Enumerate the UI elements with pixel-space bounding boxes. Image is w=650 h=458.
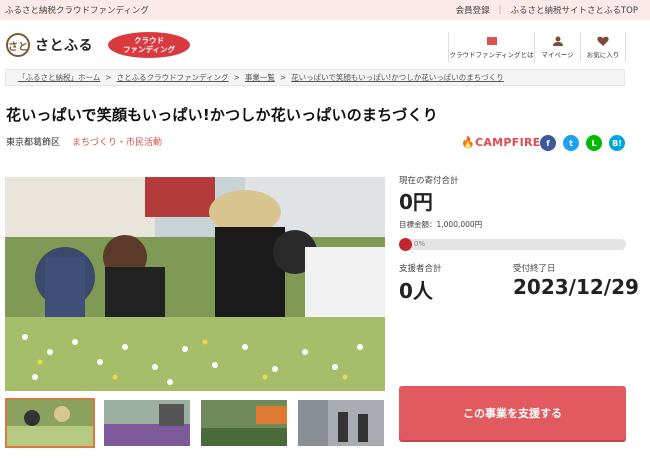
- breadcrumb: 「ふるさと納税」ホーム > さとふるクラウドファンディング > 事業一覧 > 花…: [5, 69, 625, 86]
- project-meta: 東京都葛飾区 まちづくり・市民活動: [6, 135, 162, 148]
- target-amount: 目標金額：1,000,000円: [399, 220, 483, 229]
- thumbnail-3[interactable]: [199, 398, 289, 448]
- nav-about-label: クラウドファンディングとは: [449, 50, 534, 59]
- twitter-icon[interactable]: t: [563, 135, 579, 151]
- logo[interactable]: さと さとふる: [6, 33, 93, 57]
- site-brand[interactable]: ふるさと納税クラウドファンディング: [5, 4, 149, 16]
- heart-icon: [597, 36, 609, 46]
- breadcrumb-current[interactable]: 花いっぱいで笑顔もいっぱい!かつしか花いっぱいのまちづくり: [291, 72, 504, 83]
- breadcrumb-separator: >: [105, 73, 112, 82]
- thumbnail-image: [7, 400, 93, 446]
- badge-line-1: クラウド: [134, 36, 164, 45]
- nav-mypage[interactable]: マイページ: [534, 32, 580, 62]
- book-icon: [486, 36, 497, 46]
- flame-icon: 🔥: [461, 136, 475, 149]
- support-button[interactable]: この事業を支援する: [399, 386, 626, 440]
- breadcrumb-separator: >: [233, 73, 240, 82]
- register-link[interactable]: 会員登録: [456, 4, 490, 16]
- progress-percent: 0%: [414, 240, 426, 248]
- campfire-logo[interactable]: 🔥CAMPFIRE: [461, 136, 541, 149]
- facebook-icon[interactable]: f: [540, 135, 556, 151]
- thumbnail-image: [298, 400, 384, 446]
- main-photo: [5, 177, 385, 391]
- thumbnail-2[interactable]: [102, 398, 192, 448]
- deadline-label: 受付終了日: [513, 264, 556, 274]
- photo-thumbnails: [5, 398, 386, 448]
- thumbnail-1[interactable]: [5, 398, 95, 448]
- progress-marker: [399, 238, 412, 251]
- flower-garden-photo: [5, 177, 385, 391]
- crowdfunding-badge[interactable]: クラウド ファンディング: [108, 32, 190, 58]
- site-header: さと さとふる クラウド ファンディング クラウドファンディングとは マイページ…: [0, 20, 650, 66]
- project-location: 東京都葛飾区: [6, 138, 61, 148]
- logo-text: さとふる: [35, 38, 93, 54]
- header-nav: クラウドファンディングとは マイページ お気に入り: [448, 32, 626, 62]
- deadline-value: 2023/12/29: [513, 275, 639, 299]
- project-category[interactable]: まちづくり・市民活動: [72, 135, 162, 148]
- breadcrumb-separator: >: [279, 73, 287, 82]
- top-bar: ふるさと納税クラウドファンディング 会員登録 | ふるさと納税サイトさとふるTO…: [0, 0, 650, 20]
- progress-bar: 0%: [399, 238, 626, 251]
- nav-favorites[interactable]: お気に入り: [580, 32, 626, 62]
- supporters-label: 支援者合計: [399, 264, 442, 274]
- hatena-icon[interactable]: B!: [609, 135, 625, 151]
- logo-mark: さと: [6, 33, 30, 57]
- thumbnail-4[interactable]: [296, 398, 386, 448]
- campfire-text: CAMPFIRE: [475, 136, 541, 149]
- badge-line-2: ファンディング: [123, 45, 175, 54]
- page-title: 花いっぱいで笑顔もいっぱい!かつしか花いっぱいのまちづくり: [6, 106, 438, 124]
- thumbnail-image: [201, 400, 287, 446]
- nav-about[interactable]: クラウドファンディングとは: [448, 32, 534, 62]
- breadcrumb-home[interactable]: 「ふるさと納税」ホーム: [18, 72, 100, 83]
- current-total-value: 0円: [399, 190, 433, 214]
- breadcrumb-crowdfunding[interactable]: さとふるクラウドファンディング: [117, 72, 229, 83]
- current-total-label: 現在の寄付合計: [399, 176, 459, 186]
- person-icon: [552, 36, 563, 46]
- satofull-top-link[interactable]: ふるさと納税サイトさとふるTOP: [510, 4, 638, 16]
- supporters-value: 0人: [399, 279, 433, 303]
- top-links: 会員登録 | ふるさと納税サイトさとふるTOP: [456, 4, 638, 16]
- divider: |: [498, 5, 502, 15]
- nav-favorites-label: お気に入り: [586, 50, 620, 59]
- line-icon[interactable]: L: [586, 135, 602, 151]
- share-buttons: f t L B!: [540, 135, 625, 151]
- nav-mypage-label: マイページ: [541, 50, 574, 59]
- breadcrumb-projects[interactable]: 事業一覧: [245, 72, 275, 83]
- thumbnail-image: [104, 400, 190, 446]
